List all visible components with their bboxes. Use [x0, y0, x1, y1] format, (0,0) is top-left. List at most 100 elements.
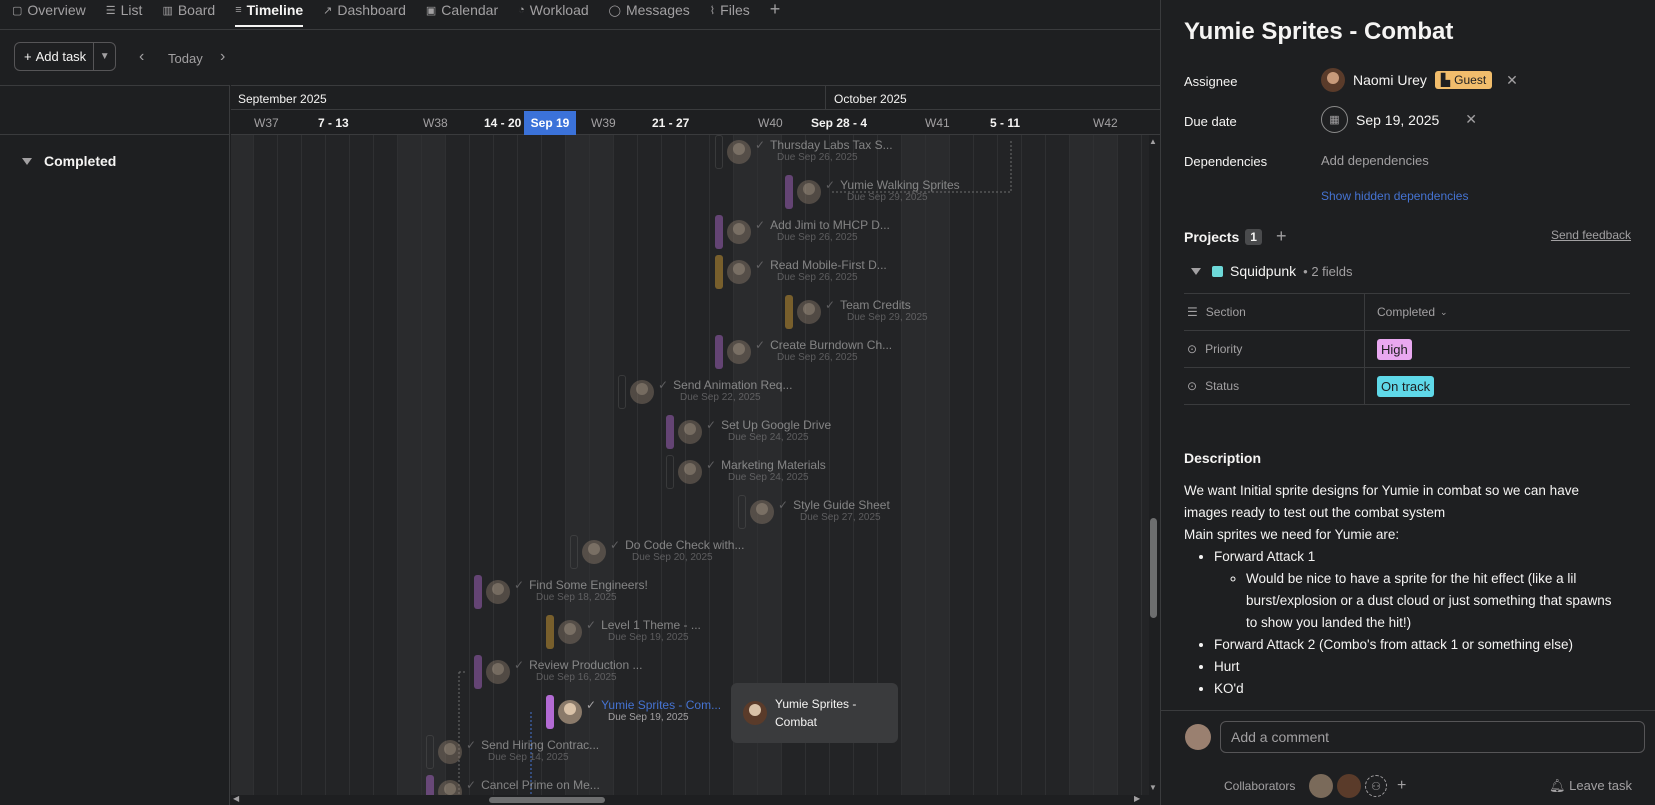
project-squidpunk[interactable]: Squidpunk • 2 fields [1191, 263, 1353, 279]
timeline-task[interactable]: ✓ Add Jimi to MHCP D... Due Sep 26, 2025 [715, 215, 890, 249]
scroll-down-icon[interactable]: ▼ [1149, 783, 1157, 792]
task-bar[interactable] [618, 375, 626, 409]
check-icon: ✓ [755, 338, 766, 352]
task-due: Due Sep 14, 2025 [488, 752, 569, 763]
timeline-task[interactable]: ✓ Find Some Engineers! Due Sep 18, 2025 [474, 575, 648, 609]
add-project-icon[interactable]: + [1276, 226, 1287, 247]
timeline-task[interactable]: ✓ Send Animation Req... Due Sep 22, 2025 [618, 375, 792, 409]
leave-task-button[interactable]: 🔔︎ Leave task [1549, 778, 1632, 794]
task-bar[interactable] [785, 295, 793, 329]
next-arrow-icon[interactable]: › [220, 48, 225, 66]
tab-board[interactable]: ▥ Board [162, 0, 215, 20]
task-bar[interactable] [570, 535, 578, 569]
week-range: 14 - 20 [484, 116, 522, 130]
task-bar[interactable] [715, 335, 723, 369]
task-bar[interactable] [426, 775, 434, 795]
task-bar[interactable] [666, 415, 674, 449]
caret-down-icon[interactable] [1191, 267, 1201, 275]
task-bar[interactable] [738, 495, 746, 529]
timeline-task[interactable]: ✓ Cancel Prime on Me... [426, 775, 600, 795]
remove-due-date-icon[interactable]: ✕ [1465, 111, 1477, 128]
avatar [1321, 68, 1345, 92]
tab-dashboard[interactable]: ↗ Dashboard [323, 0, 406, 20]
timeline-task[interactable]: ✓ Review Production ... Due Sep 16, 2025 [474, 655, 642, 689]
task-bar[interactable] [715, 135, 723, 169]
add-task-main[interactable]: + Add task [15, 43, 93, 70]
project-name[interactable]: Squidpunk [1230, 263, 1296, 279]
due-date-field[interactable]: ▦ Sep 19, 2025 ✕ [1321, 106, 1477, 133]
chevron-down-icon[interactable]: ▼ [93, 43, 115, 70]
task-name: ✓ Read Mobile-First D... [755, 258, 887, 272]
tab-timeline[interactable]: ≡ Timeline [235, 0, 303, 27]
timeline-task[interactable]: ✓ Create Burndown Ch... Due Sep 26, 2025 [715, 335, 892, 369]
timeline-task[interactable]: ✓ Read Mobile-First D... Due Sep 26, 2025 [715, 255, 887, 289]
timeline-task[interactable]: ✓ Thursday Labs Tax S... Due Sep 26, 2025 [715, 135, 893, 169]
status-pill[interactable]: On track [1377, 375, 1435, 397]
task-name: ✓ Add Jimi to MHCP D... [755, 218, 890, 232]
show-hidden-dependencies-link[interactable]: Show hidden dependencies [1321, 189, 1468, 203]
status-value[interactable]: On track [1364, 368, 1435, 404]
timeline-task[interactable]: ✓ Do Code Check with... Due Sep 20, 2025 [570, 535, 744, 569]
add-task-button[interactable]: + Add task ▼ [14, 42, 116, 71]
due-date-value[interactable]: Sep 19, 2025 [1356, 112, 1439, 128]
task-name: ✓ Find Some Engineers! [514, 578, 648, 592]
task-bar[interactable] [474, 575, 482, 609]
timeline-task-selected[interactable]: ✓ Yumie Sprites - Com... Due Sep 19, 2025 [546, 695, 721, 729]
assignee-name[interactable]: Naomi Urey [1353, 72, 1427, 88]
task-bar[interactable] [474, 655, 482, 689]
scroll-right-icon[interactable]: ▶ [1134, 794, 1140, 803]
scroll-thumb[interactable] [1150, 518, 1157, 618]
avatar[interactable] [1309, 774, 1333, 798]
timeline-task[interactable]: ✓ Yumie Walking Sprites Due Sep 29, 2025 [785, 175, 960, 209]
timeline-task[interactable]: ✓ Send Hiring Contrac... Due Sep 14, 2025 [426, 735, 599, 769]
vertical-scrollbar[interactable]: ▲ ▼ [1148, 135, 1160, 795]
scroll-up-icon[interactable]: ▲ [1149, 137, 1157, 146]
timeline-task[interactable]: ✓ Marketing Materials Due Sep 24, 2025 [666, 455, 826, 489]
task-info: ✓ Add Jimi to MHCP D... Due Sep 26, 2025 [755, 218, 890, 243]
week-header: W37 7 - 13 W38 14 - 20 W39 21 - 27 W40 S… [231, 110, 1160, 135]
avatar[interactable] [1337, 774, 1361, 798]
previous-arrow-icon[interactable]: ‹ [139, 48, 144, 66]
description-body[interactable]: We want Initial sprite designs for Yumie… [1184, 480, 1624, 700]
timeline-task[interactable]: ✓ Level 1 Theme - ... Due Sep 19, 2025 [546, 615, 701, 649]
task-bar[interactable] [785, 175, 793, 209]
tab-workload[interactable]: ◔ Workload [518, 0, 589, 20]
task-bar[interactable] [666, 455, 674, 489]
tab-messages[interactable]: ◯ Messages [609, 0, 690, 20]
plus-icon[interactable]: + [1397, 777, 1406, 795]
timeline-task[interactable]: ✓ Team Credits Due Sep 29, 2025 [785, 295, 928, 329]
horizontal-scrollbar[interactable]: ◀ ▶ [231, 794, 1149, 805]
today-button[interactable]: Today [168, 51, 203, 66]
task-bar[interactable] [546, 695, 554, 729]
add-tab-icon[interactable]: + [770, 0, 781, 18]
task-bar[interactable] [715, 255, 723, 289]
task-bar[interactable] [715, 215, 723, 249]
remove-assignee-icon[interactable]: ✕ [1506, 72, 1518, 89]
scroll-left-icon[interactable]: ◀ [233, 794, 239, 803]
avatar [727, 260, 751, 284]
tab-overview[interactable]: ▢ Overview [12, 0, 86, 20]
task-info: ✓ Yumie Sprites - Com... Due Sep 19, 2025 [586, 698, 721, 723]
comment-input[interactable]: Add a comment [1220, 721, 1645, 753]
tab-calendar[interactable]: ▣ Calendar [426, 0, 498, 20]
task-bar[interactable] [426, 735, 434, 769]
priority-pill[interactable]: High [1377, 338, 1412, 360]
tab-files[interactable]: ⌇ Files [710, 0, 750, 20]
section-dropdown[interactable]: Completed ⌄ [1364, 294, 1448, 330]
add-collaborator-icon[interactable]: ⚇ [1365, 775, 1387, 797]
tab-list[interactable]: ☰ List [106, 0, 143, 20]
scroll-thumb[interactable] [489, 797, 605, 803]
task-info: ✓ Thursday Labs Tax S... Due Sep 26, 2025 [755, 138, 893, 163]
send-feedback-link[interactable]: Send feedback [1551, 228, 1631, 242]
section-completed[interactable]: Completed [22, 153, 116, 169]
task-info: ✓ Read Mobile-First D... Due Sep 26, 2025 [755, 258, 887, 283]
task-bar[interactable] [546, 615, 554, 649]
timeline-task[interactable]: ✓ Set Up Google Drive Due Sep 24, 2025 [666, 415, 831, 449]
caret-down-icon[interactable] [22, 157, 32, 165]
timeline-task[interactable]: ✓ Style Guide Sheet Due Sep 27, 2025 [738, 495, 890, 529]
assignee-field[interactable]: Naomi Urey ▙ Guest ✕ [1321, 68, 1518, 92]
priority-value[interactable]: High [1364, 331, 1412, 367]
avatar [750, 500, 774, 524]
task-title[interactable]: Yumie Sprites - Combat [1184, 18, 1453, 46]
add-dependencies-link[interactable]: Add dependencies [1321, 153, 1429, 168]
